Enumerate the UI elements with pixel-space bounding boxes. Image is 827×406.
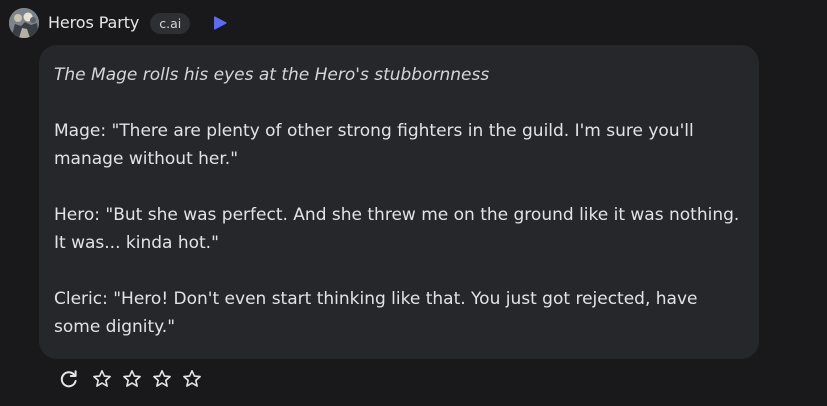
star-icon[interactable]	[152, 369, 172, 389]
star-icon[interactable]	[122, 369, 142, 389]
action-text: The Mage rolls his eyes at the Hero's st…	[54, 65, 490, 85]
refresh-icon[interactable]	[59, 369, 79, 389]
character-name[interactable]: Heros Party	[48, 8, 139, 38]
star-icon[interactable]	[92, 369, 112, 389]
play-icon[interactable]	[213, 13, 229, 33]
message-actions	[59, 369, 212, 389]
star-icon[interactable]	[182, 369, 202, 389]
rating-stars	[92, 369, 212, 389]
message-bubble: The Mage rolls his eyes at the Hero's st…	[39, 45, 759, 359]
cai-badge: c.ai	[150, 12, 191, 34]
message-line-hero: Hero: "But she was perfect. And she thre…	[54, 205, 740, 253]
message-line-cleric: Cleric: "Hero! Don't even start thinking…	[54, 289, 698, 337]
character-avatar[interactable]	[9, 8, 39, 38]
chat-header: Heros Party c.ai	[9, 8, 229, 38]
message-line-mage: Mage: "There are plenty of other strong …	[54, 121, 694, 169]
